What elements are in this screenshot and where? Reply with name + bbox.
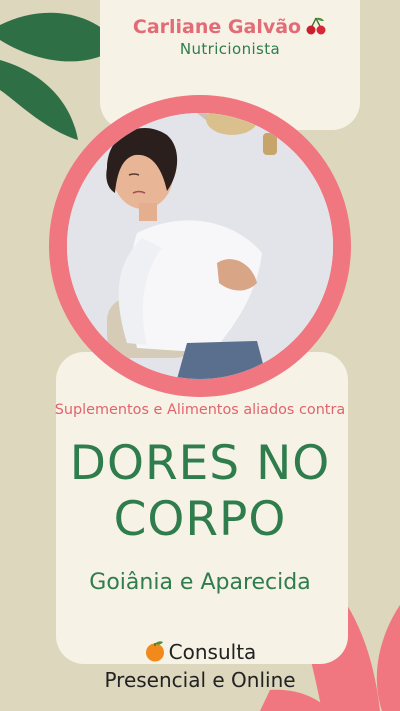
profession-label: Nutricionista (179, 40, 281, 58)
headline-line-2: CORPO (113, 492, 287, 547)
orange-icon (145, 641, 164, 662)
headline: DORES NO CORPO (0, 436, 400, 548)
flyer: Carliane Galvão Nutricionista Suplemento… (0, 0, 400, 711)
location-label: Goiânia e Aparecida (89, 570, 311, 595)
consult-line-1: Consulta (0, 638, 400, 666)
consult-line-2: Presencial e Online (104, 668, 296, 692)
woman-with-back-pain-photo (67, 113, 333, 379)
headline-line-1: DORES NO (69, 436, 331, 491)
consultation-info: Consulta Presencial e Online (0, 638, 400, 694)
tagline: Suplementos e Alimentos aliados contra (54, 402, 346, 418)
cherry-icon (306, 17, 326, 35)
nutritionist-name: Carliane Galvão (100, 16, 360, 38)
